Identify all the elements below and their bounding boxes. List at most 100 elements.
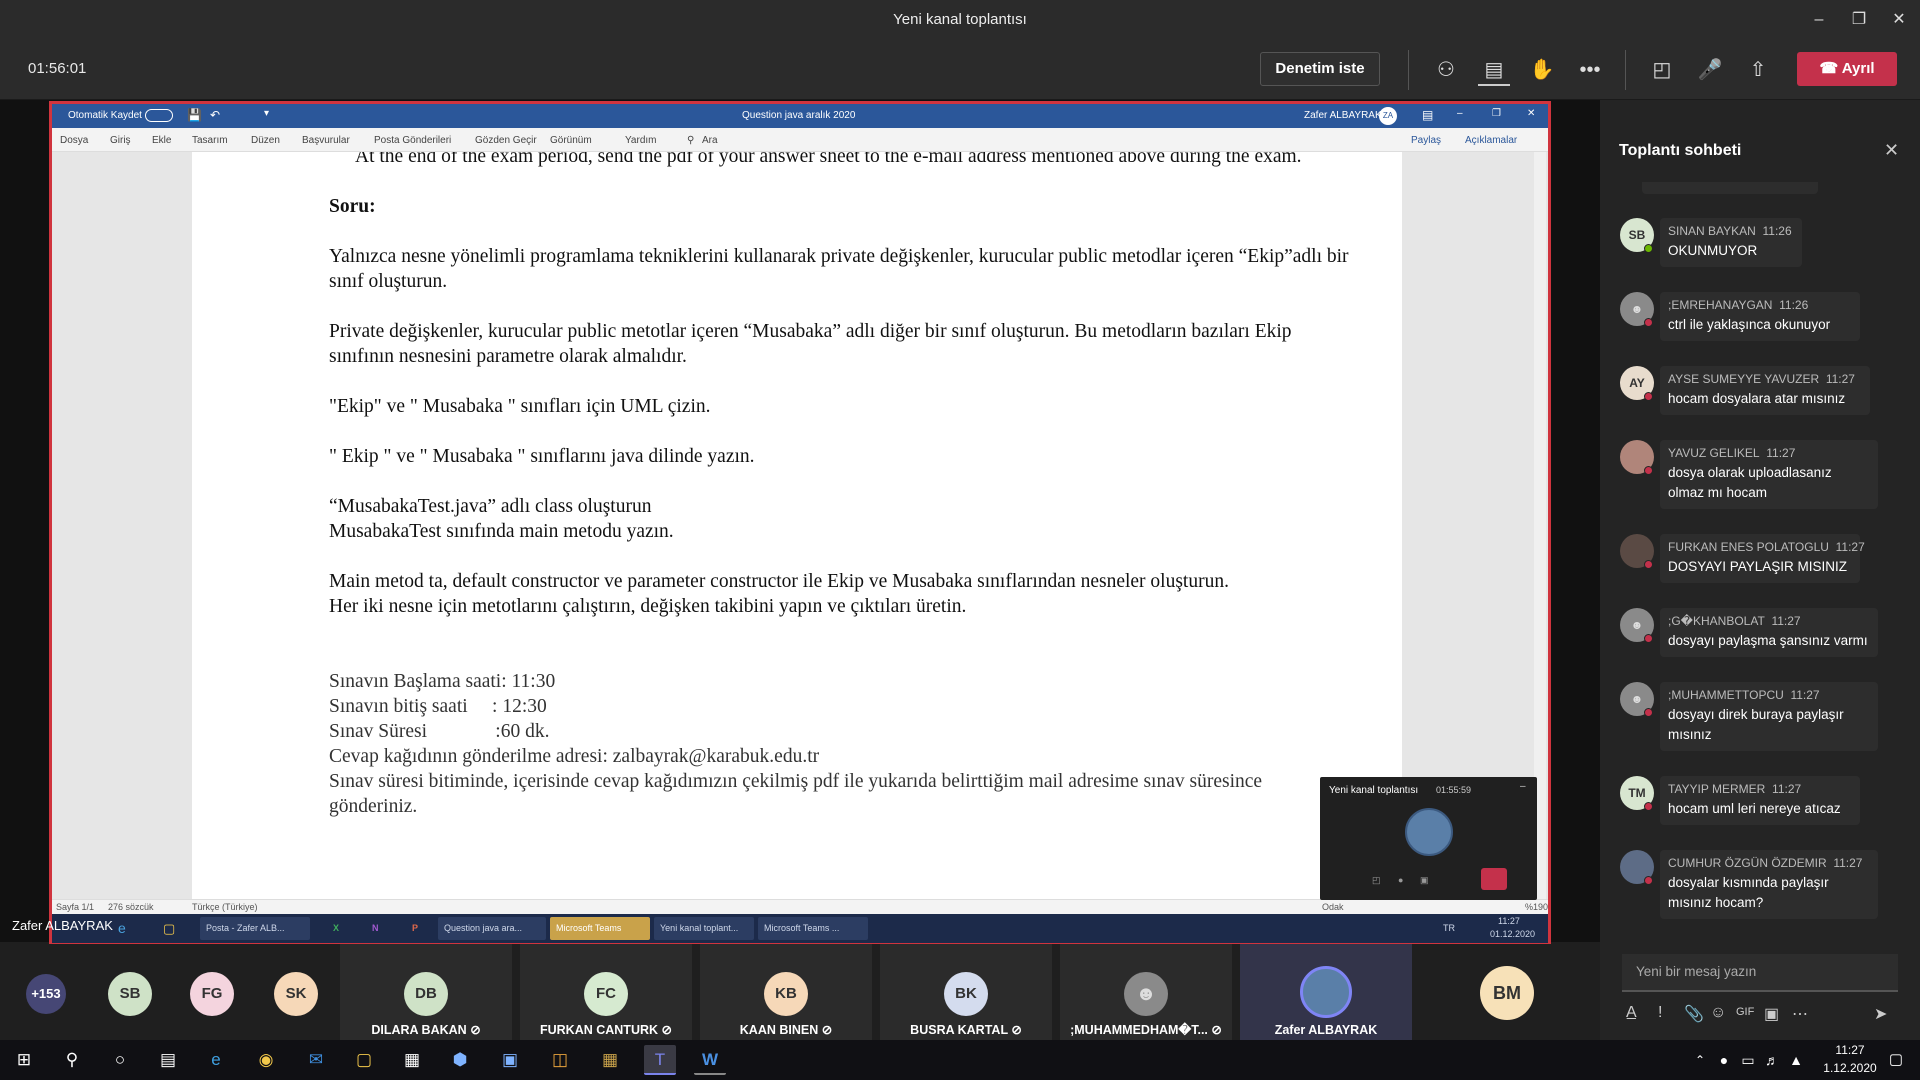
word-search-label[interactable]: Ara — [702, 135, 718, 146]
mail-icon[interactable]: ✉ — [300, 1045, 332, 1075]
doc-paragraph: “MusabakaTest.java” adlı class oluşturun — [329, 496, 652, 517]
word-user-name: Zafer ALBAYRAK — [1304, 110, 1382, 121]
close-icon[interactable]: ✕ — [1876, 6, 1920, 34]
participant-name: KAAN BINEN — [739, 1023, 819, 1037]
chrome-icon[interactable]: ◉ — [250, 1045, 282, 1075]
tab-tasarim[interactable]: Tasarım — [192, 135, 228, 146]
tray-language[interactable]: TR — [1437, 917, 1461, 940]
tab-yardim[interactable]: Yardım — [625, 135, 657, 146]
file-explorer-icon[interactable]: ▢ — [348, 1045, 380, 1075]
leave-label: Ayrıl — [1841, 60, 1875, 77]
app-icon[interactable]: ◫ — [544, 1045, 576, 1075]
taskbar-item[interactable]: Microsoft Teams — [550, 917, 650, 940]
participant-tile[interactable]: DB DILARA BAKAN ⊘ — [340, 944, 512, 1040]
store-icon[interactable]: ▦ — [396, 1045, 428, 1075]
participant-avatar: KB — [764, 972, 808, 1016]
send-icon[interactable]: ➤ — [1874, 1004, 1887, 1024]
pip-mic-icon[interactable]: ● — [1398, 875, 1403, 885]
word-icon[interactable]: W — [694, 1045, 726, 1075]
pip-camera-icon[interactable]: ◰ — [1372, 875, 1381, 886]
tab-giris[interactable]: Giriş — [110, 135, 131, 146]
more-participants-button[interactable]: +153 — [26, 974, 66, 1014]
taskbar-item[interactable]: Microsoft Teams ... — [758, 917, 868, 940]
participant-name: FURKAN CANTURK — [539, 1023, 659, 1037]
participant-tile[interactable]: FC FURKAN CANTURK ⊘ — [520, 944, 692, 1040]
word-search-icon[interactable]: ⚲ — [687, 135, 694, 146]
tab-gorunum[interactable]: Görünüm — [550, 135, 592, 146]
tab-dosya[interactable]: Dosya — [60, 135, 88, 146]
search-icon[interactable]: ⚲ — [56, 1045, 88, 1075]
participant-tile[interactable]: ☻ ;MUHAMMEDHAM�T... ⊘ — [1060, 944, 1232, 1040]
word-restore-icon[interactable]: ❐ — [1492, 108, 1501, 119]
document-page[interactable]: At the end of the exam period, send the … — [192, 152, 1402, 899]
start-icon[interactable]: ⊞ — [8, 1045, 40, 1075]
customize-qat-icon[interactable]: ▾ — [264, 108, 269, 119]
format-icon[interactable]: A̲ — [1626, 1004, 1637, 1022]
pip-share-icon[interactable]: ▣ — [1420, 875, 1429, 886]
participant-avatar[interactable]: FG — [190, 972, 234, 1016]
raise-hand-icon[interactable]: ✋ — [1526, 54, 1558, 86]
notifications-icon[interactable]: ▢ — [1880, 1045, 1912, 1075]
share-screen-icon[interactable]: ⇧ — [1742, 54, 1774, 86]
gif-icon[interactable]: GIF — [1736, 1006, 1754, 1018]
app-icon[interactable]: ▣ — [494, 1045, 526, 1075]
doc-paragraph: Main metod ta, default constructor ve pa… — [329, 571, 1229, 592]
explorer-icon[interactable]: ▢ — [157, 917, 185, 940]
taskbar-item[interactable]: Yeni kanal toplant... — [654, 917, 754, 940]
word-share-button[interactable]: Paylaş — [1411, 135, 1441, 146]
save-icon[interactable]: 💾 — [187, 108, 202, 122]
more-options-icon[interactable]: ••• — [1574, 54, 1606, 86]
participant-avatar[interactable]: SB — [108, 972, 152, 1016]
important-icon[interactable]: ! — [1658, 1004, 1662, 1022]
edge-icon[interactable]: e — [200, 1045, 232, 1075]
more-icon[interactable]: ⋯ — [1792, 1004, 1808, 1024]
tab-posta[interactable]: Posta Gönderileri — [374, 135, 451, 146]
attach-icon[interactable]: 📎 — [1684, 1004, 1704, 1024]
network-icon[interactable]: ▲ — [1780, 1045, 1812, 1075]
leave-button[interactable]: ☎ Ayrıl — [1797, 52, 1897, 86]
clock-time[interactable]: 11:27 — [1820, 1043, 1880, 1057]
tab-basvurular[interactable]: Başvurular — [302, 135, 350, 146]
participant-tile[interactable]: KB KAAN BINEN ⊘ — [700, 944, 872, 1040]
pip-leave-button[interactable] — [1481, 868, 1507, 890]
taskbar-item[interactable]: Posta - Zafer ALB... — [200, 917, 310, 940]
app-icon[interactable]: ⬢ — [444, 1045, 476, 1075]
request-control-button[interactable]: Denetim iste — [1260, 52, 1380, 86]
tab-duzen[interactable]: Düzen — [251, 135, 280, 146]
word-minimize-icon[interactable]: – — [1457, 108, 1463, 119]
task-view-icon[interactable]: ▤ — [152, 1045, 184, 1075]
excel-icon[interactable]: X — [327, 917, 349, 940]
onenote-icon[interactable]: N — [366, 917, 388, 940]
emoji-icon[interactable]: ☺ — [1710, 1004, 1726, 1022]
participant-avatar[interactable]: SK — [274, 972, 318, 1016]
tab-gozden-gecir[interactable]: Gözden Geçir — [475, 135, 537, 146]
autosave-toggle[interactable] — [145, 109, 173, 122]
participants-icon[interactable]: ⚇ — [1430, 54, 1462, 86]
teams-icon[interactable]: T — [644, 1045, 676, 1075]
camera-off-icon[interactable]: ◰ — [1646, 54, 1678, 86]
chat-icon[interactable]: ▤ — [1478, 54, 1510, 86]
message-text: DOSYAYI PAYLAŞIR MISINIZ — [1668, 559, 1848, 574]
participant-tile-active[interactable]: Zafer ALBAYRAK — [1240, 944, 1412, 1040]
chat-input[interactable]: Yeni bir mesaj yazın — [1622, 954, 1898, 992]
tab-ekle[interactable]: Ekle — [152, 135, 171, 146]
sticker-icon[interactable]: ▣ — [1764, 1004, 1779, 1024]
pip-minimize-icon[interactable]: – — [1520, 781, 1526, 792]
mic-off-icon[interactable]: 🎤 — [1694, 54, 1726, 86]
clock-date[interactable]: 1.12.2020 — [1816, 1061, 1884, 1075]
undo-icon[interactable]: ↶ — [210, 108, 220, 122]
word-close-icon[interactable]: ✕ — [1527, 108, 1535, 119]
status-focus[interactable]: Odak — [1322, 902, 1344, 912]
cortana-icon[interactable]: ○ — [104, 1045, 136, 1075]
powerpoint-icon[interactable]: P — [406, 917, 428, 940]
status-zoom[interactable]: %190 — [1525, 902, 1548, 912]
word-comments-button[interactable]: Açıklamalar — [1465, 135, 1517, 146]
status-page: Sayfa 1/1 — [56, 902, 95, 912]
chat-close-icon[interactable]: ✕ — [1884, 140, 1899, 161]
ribbon-display-icon[interactable]: ▤ — [1422, 108, 1433, 122]
taskbar-item[interactable]: Question java ara... — [438, 917, 546, 940]
participant-avatar[interactable]: BM — [1480, 966, 1534, 1020]
app-icon[interactable]: ▦ — [594, 1045, 626, 1075]
participant-tile[interactable]: BK BUSRA KARTAL ⊘ — [880, 944, 1052, 1040]
edge-icon[interactable]: e — [112, 917, 136, 940]
